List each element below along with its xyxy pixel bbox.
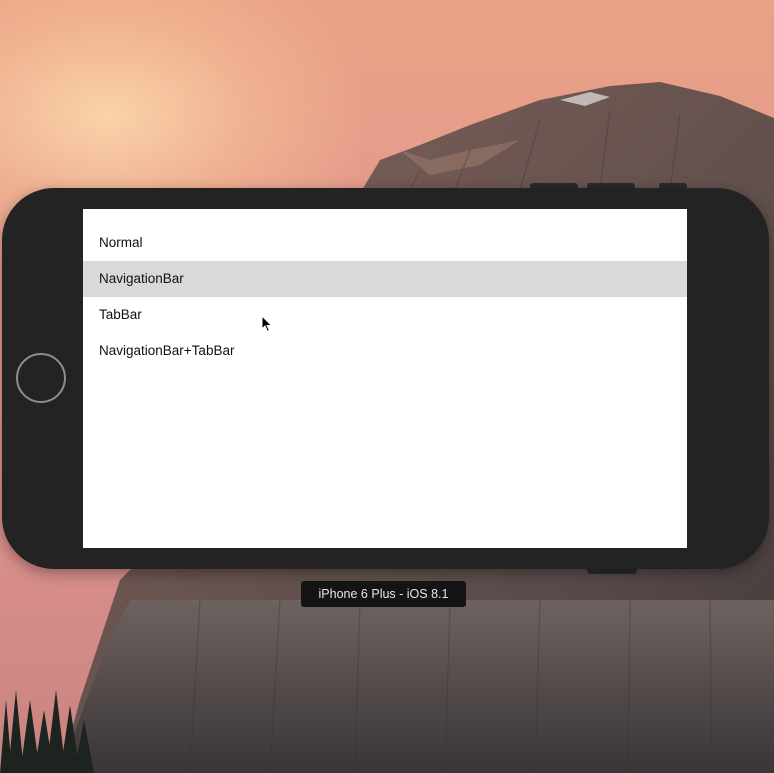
table-row-normal[interactable]: Normal bbox=[83, 225, 687, 261]
desktop-wallpaper: Normal NavigationBar TabBar NavigationBa… bbox=[0, 0, 774, 773]
home-button-icon[interactable] bbox=[16, 353, 66, 403]
table-row-label: Normal bbox=[99, 235, 143, 250]
table-row-navigationbar[interactable]: NavigationBar bbox=[83, 261, 687, 297]
simulator-device-label: iPhone 6 Plus - iOS 8.1 bbox=[301, 581, 466, 607]
table-row-navigationbar-tabbar[interactable]: NavigationBar+TabBar bbox=[83, 333, 687, 369]
table-row-tabbar[interactable]: TabBar bbox=[83, 297, 687, 333]
mouse-pointer-icon bbox=[261, 315, 273, 333]
device-screen: Normal NavigationBar TabBar NavigationBa… bbox=[83, 209, 687, 548]
table-row-label: TabBar bbox=[99, 307, 142, 322]
table-row-label: NavigationBar+TabBar bbox=[99, 343, 235, 358]
table-row-label: NavigationBar bbox=[99, 271, 184, 286]
table-view: Normal NavigationBar TabBar NavigationBa… bbox=[83, 225, 687, 369]
